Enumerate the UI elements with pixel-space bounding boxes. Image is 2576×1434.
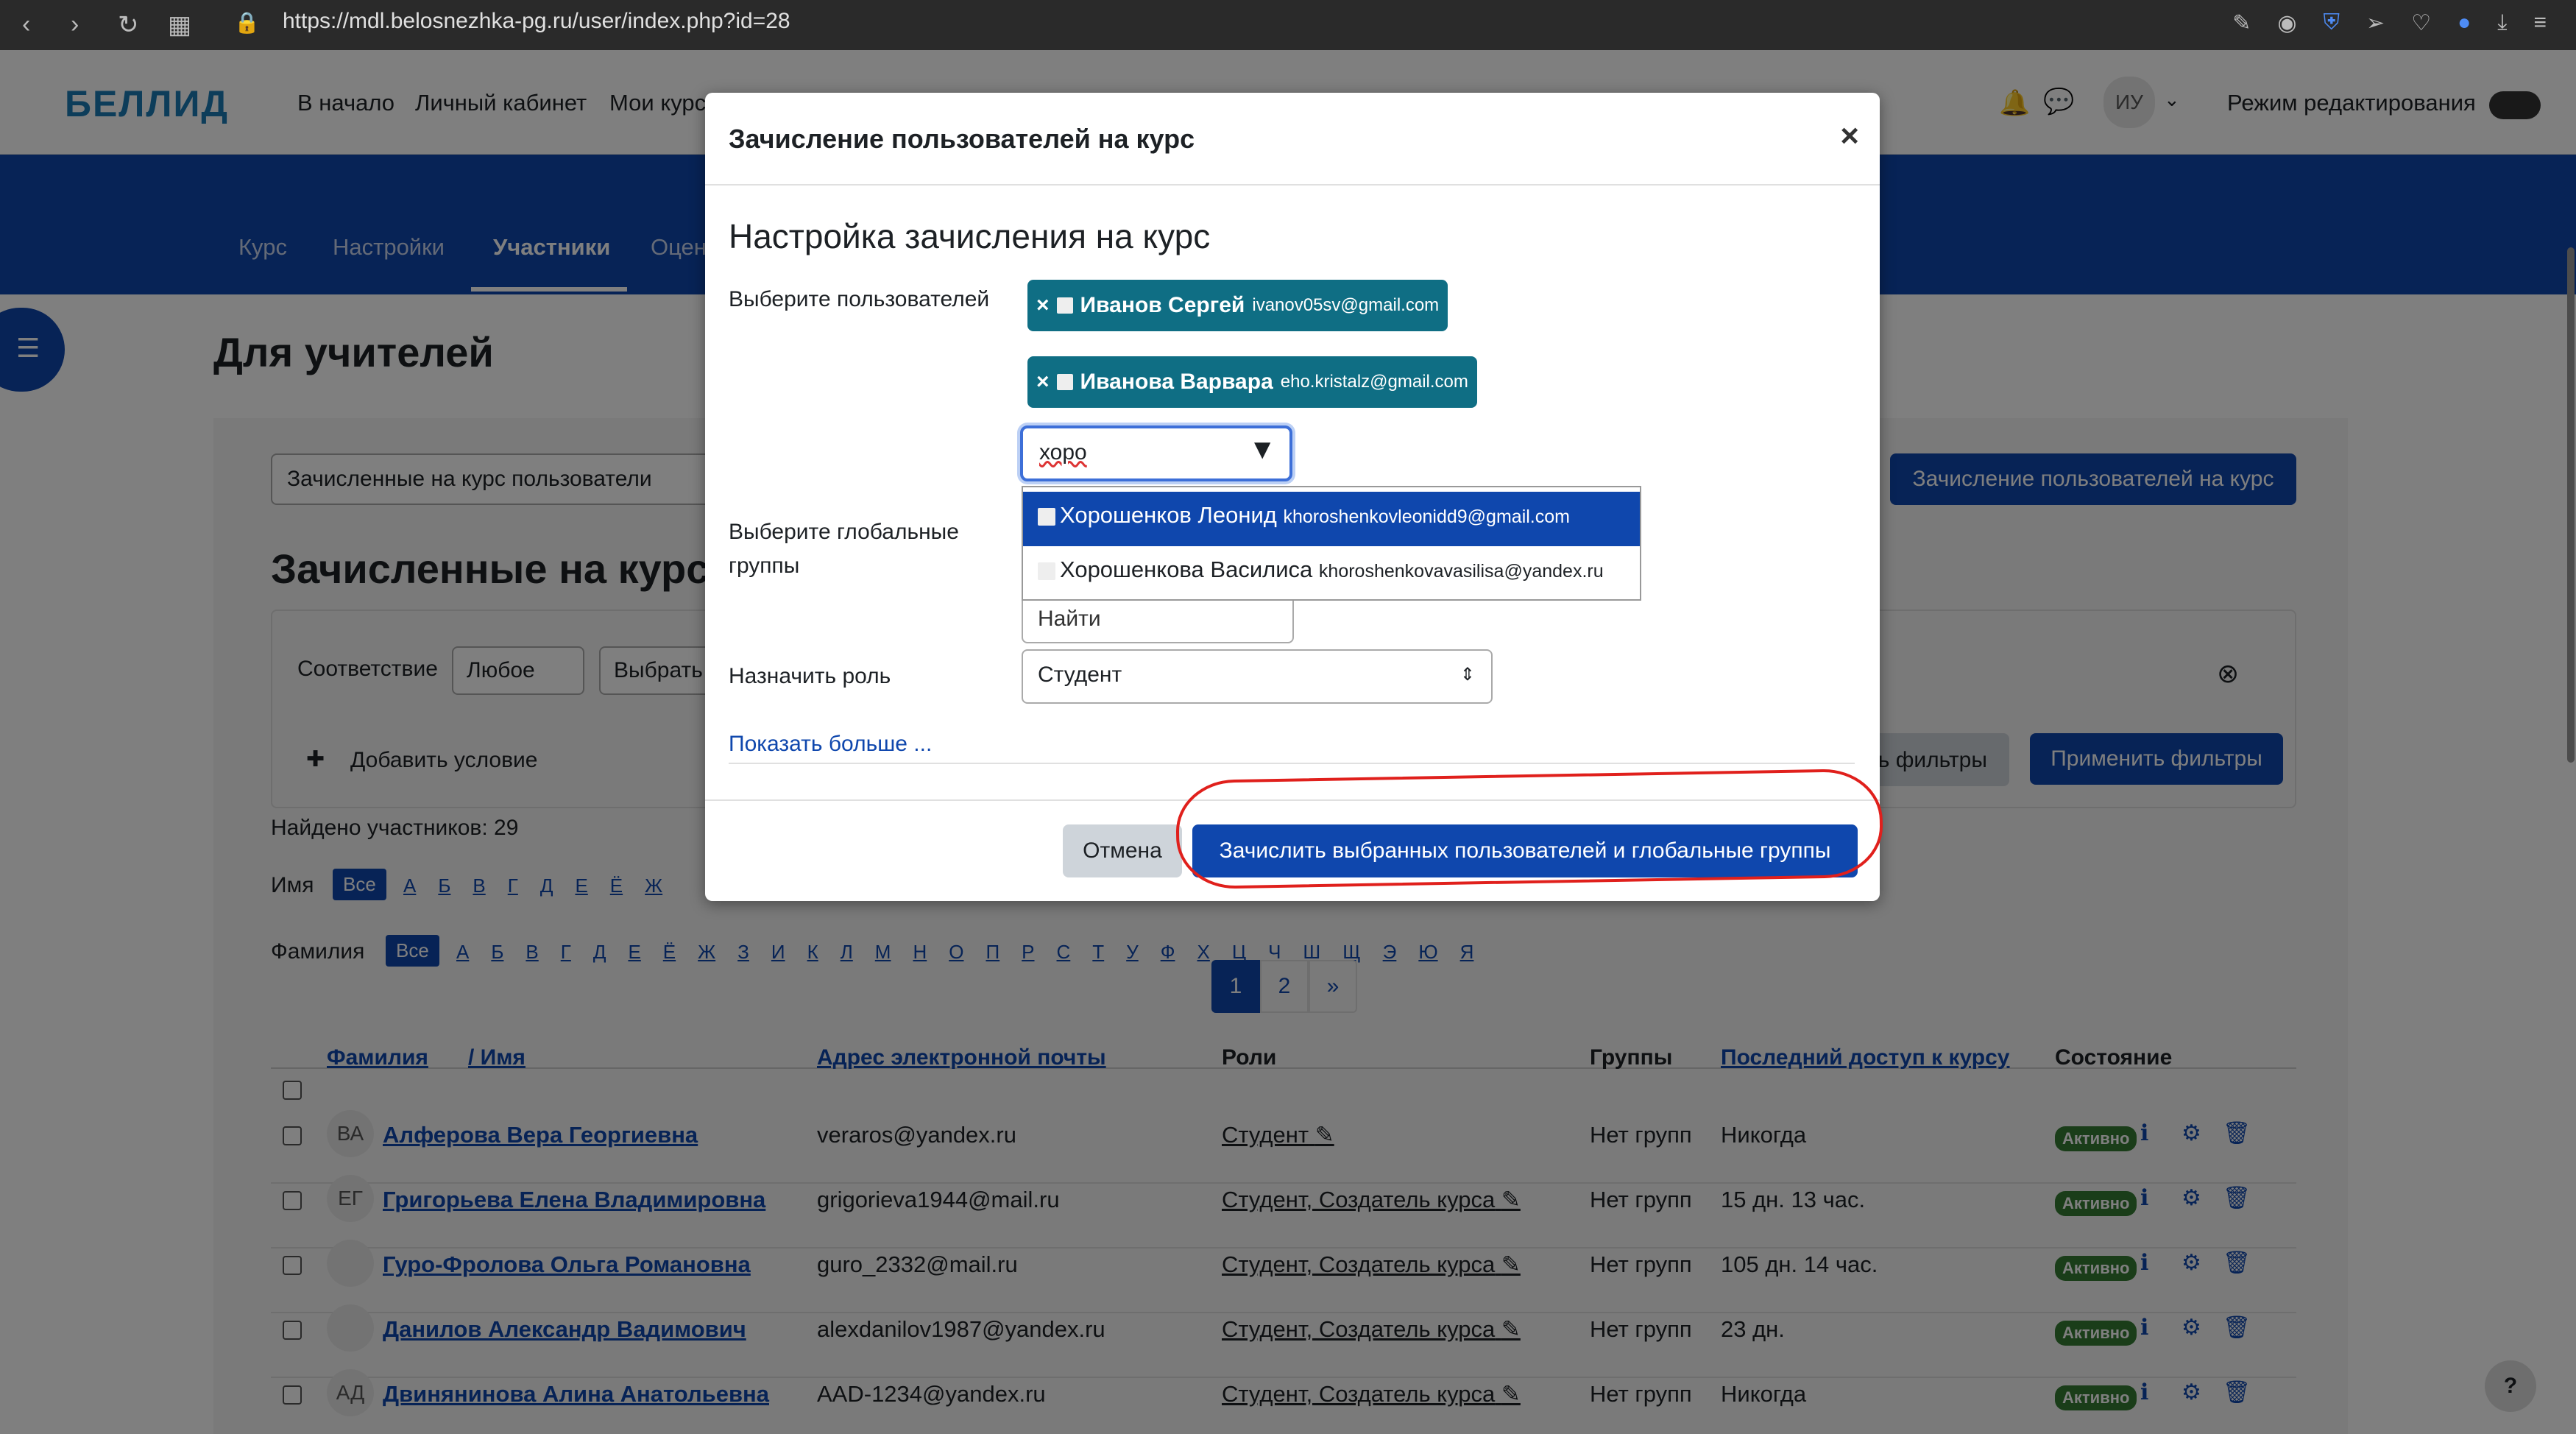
dropdown-arrow-icon[interactable]: ▼	[1248, 434, 1276, 466]
dialog-section-heading: Настройка зачисления на курс	[729, 217, 1211, 255]
show-more-link[interactable]: Показать больше ...	[729, 732, 932, 757]
assign-role-label: Назначить роль	[729, 664, 891, 688]
profile-icon[interactable]: ●	[2458, 10, 2471, 36]
user-picture-icon	[1038, 508, 1055, 526]
search-input-value: хоро	[1039, 440, 1087, 465]
selected-user-chip[interactable]: × Иванов Сергей ivanov05sv@gmail.com	[1027, 280, 1448, 331]
remove-chip-icon[interactable]: ×	[1036, 370, 1050, 395]
edit-icon[interactable]: ✎	[2232, 10, 2251, 36]
suggestion-item[interactable]: Хорошенкова Василиса khoroshenkovavasili…	[1023, 546, 1640, 601]
tabs-grid-icon[interactable]: ▦	[168, 10, 191, 40]
lock-icon: 🔒	[234, 11, 260, 34]
cancel-button[interactable]: Отмена	[1063, 824, 1182, 877]
user-picture-icon	[1056, 374, 1073, 390]
select-users-label: Выберите пользователей	[729, 287, 990, 311]
red-highlight-annotation	[1175, 768, 1884, 890]
menu-icon[interactable]: ≡	[2533, 10, 2547, 36]
dialog-header: Зачисление пользователей на курс ×	[705, 93, 1880, 186]
send-icon[interactable]: ➢	[2366, 10, 2385, 36]
browser-toolbar: ‹ › ↻ ▦ 🔒 https://mdl.belosnezhka-pg.ru/…	[0, 0, 2576, 50]
close-icon[interactable]: ×	[1840, 118, 1859, 155]
remove-chip-icon[interactable]: ×	[1036, 293, 1050, 318]
camera-icon[interactable]: ◉	[2277, 10, 2296, 36]
dialog-title: Зачисление пользователей на курс	[729, 124, 1195, 154]
role-select[interactable]: Студент ⇕	[1022, 649, 1493, 704]
user-search-input[interactable]: хоро ▼	[1020, 425, 1292, 481]
user-picture-icon	[1038, 562, 1055, 580]
sort-arrows-icon: ⇕	[1459, 665, 1475, 685]
browser-extension-icons: ✎ ◉ ⛨ ➢ ♡ ● ⤓ ≡	[2232, 10, 2547, 36]
download-icon[interactable]: ⤓	[2497, 10, 2507, 36]
reload-icon[interactable]: ↻	[118, 10, 139, 40]
address-bar[interactable]: https://mdl.belosnezhka-pg.ru/user/index…	[283, 9, 790, 34]
heart-icon[interactable]: ♡	[2411, 10, 2431, 36]
shield-icon[interactable]: ⛨	[2324, 10, 2340, 36]
back-icon[interactable]: ‹	[22, 10, 30, 39]
global-groups-label: Выберите глобальные группы	[729, 520, 959, 578]
user-suggestions-list: Хорошенков Леонид khoroshenkovleonidd9@g…	[1022, 486, 1641, 601]
divider	[729, 763, 1855, 764]
user-picture-icon	[1056, 297, 1073, 314]
suggestion-item[interactable]: Хорошенков Леонид khoroshenkovleonidd9@g…	[1023, 492, 1640, 546]
selected-user-chip[interactable]: × Иванова Варвара eho.kristalz@gmail.com	[1027, 356, 1477, 408]
forward-icon[interactable]: ›	[71, 10, 79, 39]
